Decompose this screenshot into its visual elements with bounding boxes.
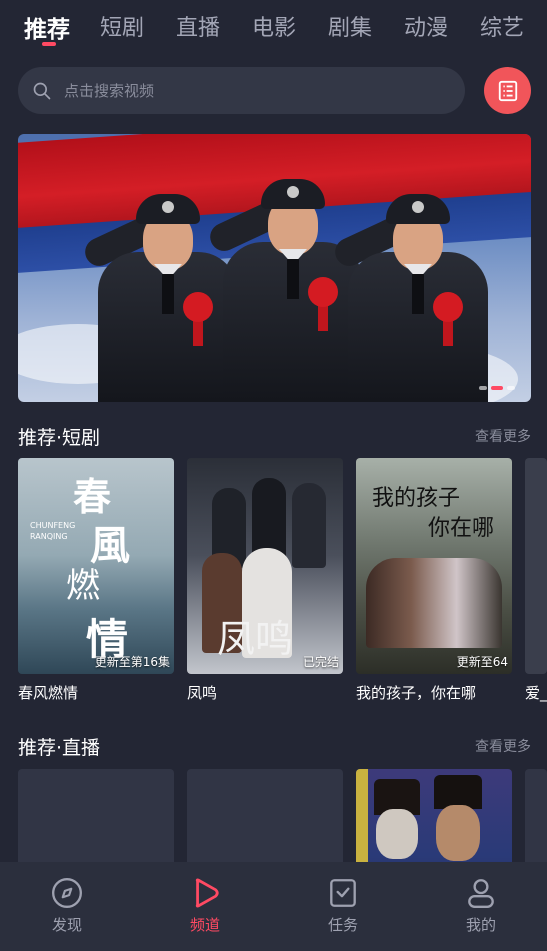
episode-status: 更新至64 [456,655,508,669]
nav-label: 发现 [51,916,82,934]
nav-label: 我的 [465,916,496,934]
hero-banner[interactable] [18,134,531,402]
search-icon [33,82,51,99]
nav-profile[interactable]: 我的 [441,876,521,935]
section-title-shorts: 推荐·短剧 [18,427,101,449]
nav-discover[interactable]: 发现 [27,876,107,935]
live-poster-placeholder [525,769,547,862]
drama-card[interactable]: 爱_ [525,458,547,703]
poster-image: 我的孩子 你在哪 更新至64 [356,458,512,674]
profile-icon [468,879,494,908]
poster-subtitle: CHUNFENG RANQING [30,521,76,541]
nav-tasks[interactable]: 任务 [303,876,383,935]
live-card[interactable] [187,769,343,862]
officer-figure [330,192,488,402]
carousel-indicator [479,386,515,390]
see-more-shorts-link[interactable]: 查看更多 [475,426,531,446]
poster-calligraphy: 你在哪 [428,516,495,541]
live-poster-placeholder [187,769,343,862]
carousel-dot[interactable] [507,386,515,390]
officer-figure [205,177,363,402]
nav-label: 频道 [189,916,220,934]
poster-image: 春 風 CHUNFENG RANQING 燃 情 更新至第16集 [18,458,174,674]
tab-live[interactable]: 直播 [176,10,220,42]
poster-calligraphy: 燃 [66,566,100,606]
task-icon [330,879,356,907]
poster-calligraphy: 凤鸣 [217,617,294,661]
see-more-live-link[interactable]: 查看更多 [475,736,531,756]
episode-status: 已完结 [302,655,339,669]
active-tab-indicator [42,42,56,46]
tab-movies[interactable]: 电影 [252,10,296,42]
poster-image: 凤鸣 已完结 [187,458,343,674]
carousel-dot-active[interactable] [491,386,503,390]
bottom-navigation: 发现 频道 任务 我的 [0,862,547,951]
live-poster-image [356,769,512,862]
drama-title: 凤鸣 [187,684,218,702]
nav-label: 任务 [327,916,358,934]
tab-recommend[interactable]: 推荐 [24,10,70,44]
tab-shorts[interactable]: 短剧 [100,10,144,42]
list-menu-button[interactable] [484,67,531,114]
drama-card[interactable]: 凤鸣 已完结 凤鸣 [187,458,343,703]
live-card[interactable] [525,769,547,862]
episode-status: 更新至第16集 [94,655,170,669]
carousel-dot[interactable] [479,386,487,390]
nav-channels[interactable]: 频道 [165,876,245,935]
live-card[interactable] [356,769,512,862]
tab-series[interactable]: 剧集 [328,10,372,42]
tab-variety[interactable]: 综艺 [480,10,524,42]
search-bar[interactable]: 点击搜索视频 [18,67,465,114]
drama-card[interactable]: 春 風 CHUNFENG RANQING 燃 情 更新至第16集 春风燃情 [18,458,174,703]
search-placeholder: 点击搜索视频 [64,82,155,100]
poster-calligraphy: 我的孩子 [372,486,461,511]
section-title-live: 推荐·直播 [18,737,101,759]
drama-title: 春风燃情 [18,684,79,702]
poster-image [525,458,547,674]
compass-icon [52,878,82,908]
live-card[interactable] [18,769,174,862]
drama-title: 我的孩子，你在哪 [356,684,477,702]
list-icon [498,80,517,101]
live-poster-placeholder [18,769,174,862]
drama-card[interactable]: 我的孩子 你在哪 更新至64 我的孩子，你在哪 [356,458,512,703]
play-icon [195,878,219,908]
drama-title: 爱_ [525,684,547,702]
tab-anime[interactable]: 动漫 [404,10,448,42]
top-tab-bar: 推荐 短剧 直播 电影 剧集 动漫 综艺 [0,0,547,56]
